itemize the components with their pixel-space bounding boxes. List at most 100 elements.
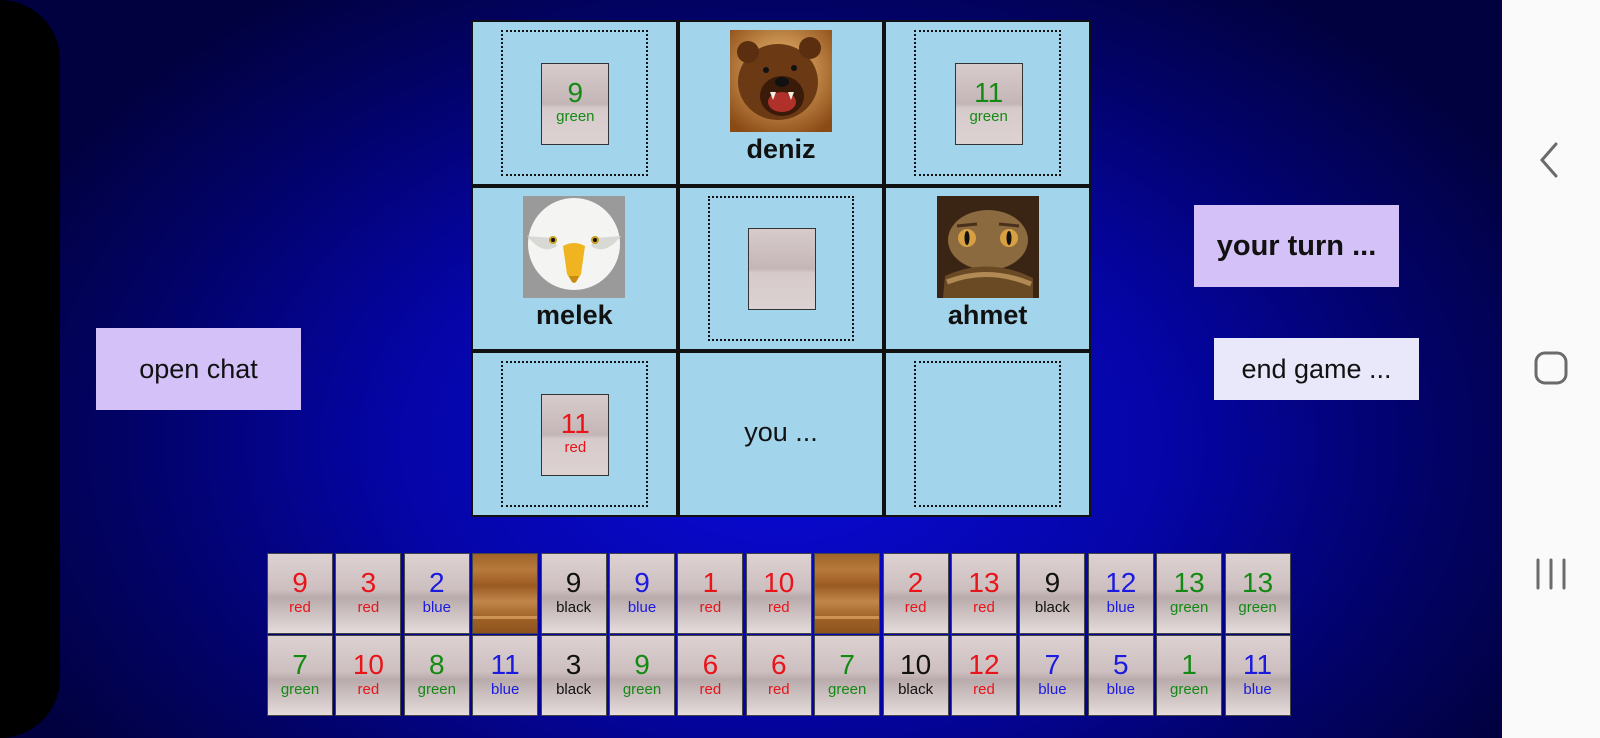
rack-tile[interactable]: 13 green — [1224, 553, 1291, 634]
rack-tile[interactable]: 10 red — [335, 635, 402, 716]
rack-tile[interactable]: 10 black — [882, 635, 949, 716]
rack-empty-slot[interactable] — [814, 553, 881, 634]
rack-tile[interactable]: 1 red — [677, 553, 744, 634]
discard-tile[interactable]: 9 green — [541, 62, 610, 145]
rack-tile[interactable]: 12 blue — [1087, 553, 1154, 634]
rack-empty-slot[interactable] — [472, 553, 539, 634]
rack-tile[interactable]: 9 red — [267, 553, 333, 634]
rack-tile[interactable]: 9 black — [1019, 553, 1086, 634]
tile-number: 6 — [702, 649, 719, 680]
discard-slot[interactable]: 11 green — [914, 30, 1061, 176]
discard-tile[interactable]: 11 red — [541, 394, 610, 477]
tile-number: 13 — [1242, 567, 1274, 598]
rack-tile[interactable]: 13 red — [951, 553, 1017, 634]
tile-color: green — [969, 107, 1008, 125]
discard-slot[interactable]: 11 red — [501, 361, 648, 507]
tile-color: red — [699, 599, 722, 616]
tile-color: green — [1170, 681, 1209, 698]
tile-color: blue — [1106, 599, 1135, 616]
tile-number: 10 — [352, 649, 384, 680]
tile-color: red — [289, 599, 311, 616]
rack-tile[interactable]: 11 blue — [472, 635, 539, 716]
rack-tile[interactable]: 7 blue — [1019, 635, 1086, 716]
rack-tile[interactable]: 3 black — [540, 635, 607, 716]
rack-tile[interactable]: 8 green — [403, 635, 470, 716]
tile-number: 10 — [900, 649, 932, 680]
game-board: 9 green deniz 11 green melek ahmet 11 re… — [471, 20, 1091, 517]
tile-number: 3 — [565, 649, 582, 680]
player-cell-top: deniz — [679, 22, 883, 184]
discard-cell-bottom-right — [886, 353, 1089, 515]
tile-number: 11 — [490, 649, 520, 680]
snake-icon — [936, 195, 1039, 298]
discard-slot-own[interactable] — [914, 361, 1061, 507]
rack-tile[interactable]: 2 blue — [403, 553, 470, 634]
tile-rack: 9 red 3 red 2 blue 9 black 9 blue 1 red 10 red 2 red 13 r… — [267, 553, 1293, 717]
tile-number: 13 — [968, 567, 1000, 598]
recent-apps-icon[interactable] — [1502, 556, 1600, 597]
tile-color: green — [556, 107, 595, 125]
tile-color: green — [1238, 599, 1277, 616]
turn-indicator: your turn ... — [1194, 205, 1399, 287]
player-cell-left: melek — [473, 187, 676, 350]
player-name-right: ahmet — [947, 299, 1028, 330]
tile-color: red — [699, 681, 722, 698]
rack-tile[interactable]: 13 green — [1156, 553, 1223, 634]
rack-tile[interactable]: 9 blue — [609, 553, 675, 634]
tile-color: red — [973, 599, 995, 616]
tile-number: 2 — [907, 567, 924, 598]
discard-cell-bottom-left: 11 red — [473, 353, 676, 515]
tile-color: red — [904, 599, 927, 616]
player-cell-bottom: you ... — [679, 353, 883, 515]
draw-pile-slot[interactable] — [707, 195, 855, 342]
tile-number: 9 — [1044, 567, 1061, 598]
tile-color: black — [556, 681, 592, 698]
tile-color: red — [767, 599, 790, 616]
player-label-you: you ... — [744, 417, 818, 448]
rack-tile[interactable]: 3 red — [335, 553, 402, 634]
tile-color: red — [767, 681, 790, 698]
player-name-top: deniz — [746, 134, 816, 164]
end-game-button[interactable]: end game ... — [1214, 338, 1419, 400]
rack-tile[interactable]: 6 red — [745, 635, 812, 716]
tile-color: black — [1034, 599, 1070, 616]
tile-number: 12 — [1105, 567, 1137, 598]
rack-tile[interactable]: 7 green — [267, 635, 333, 716]
tile-number: 11 — [560, 408, 590, 440]
tile-number: 13 — [1173, 567, 1205, 598]
tile-color: blue — [422, 599, 451, 616]
player-name-left: melek — [536, 299, 613, 330]
tile-number: 5 — [1113, 649, 1129, 680]
tile-color: black — [556, 599, 592, 616]
tile-number: 7 — [292, 649, 308, 680]
discard-tile[interactable]: 11 green — [954, 62, 1023, 145]
rack-tile[interactable]: 9 green — [609, 635, 675, 716]
tile-number: 2 — [429, 567, 445, 598]
tile-color: red — [357, 681, 380, 698]
rack-tile[interactable]: 1 green — [1156, 635, 1223, 716]
rack-tile[interactable]: 12 red — [951, 635, 1017, 716]
tile-number: 6 — [771, 649, 787, 680]
open-chat-button[interactable]: open chat — [96, 328, 301, 410]
rack-tile[interactable]: 9 black — [540, 553, 607, 634]
tile-color: green — [622, 681, 662, 698]
rack-tile[interactable]: 5 blue — [1087, 635, 1154, 716]
tile-color: red — [564, 439, 587, 457]
tile-number: 9 — [634, 567, 650, 598]
tile-color: blue — [491, 681, 520, 698]
back-icon[interactable] — [1502, 140, 1600, 185]
discard-slot[interactable]: 9 green — [501, 30, 648, 176]
rack-tile[interactable]: 6 red — [677, 635, 744, 716]
center-cell — [679, 187, 883, 350]
home-icon[interactable] — [1502, 350, 1600, 391]
tile-color: green — [280, 681, 320, 698]
eagle-icon — [523, 195, 626, 298]
rack-tile[interactable]: 10 red — [745, 553, 812, 634]
rack-tile[interactable]: 7 green — [814, 635, 881, 716]
tile-color: blue — [1243, 681, 1272, 698]
discard-cell-top-left: 9 green — [473, 22, 676, 184]
tile-color: blue — [1038, 681, 1067, 698]
rack-tile[interactable]: 2 red — [882, 553, 949, 634]
draw-pile-tile[interactable] — [747, 228, 816, 311]
rack-tile[interactable]: 11 blue — [1224, 635, 1291, 716]
